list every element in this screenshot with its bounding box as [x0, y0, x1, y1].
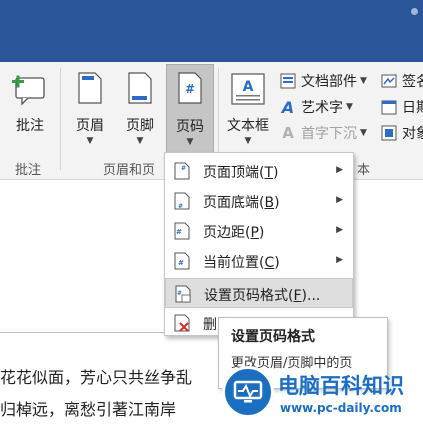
svg-text:#: # [178, 203, 183, 210]
menu-item-label: 设置页码格式( [204, 288, 294, 304]
signature-line-button[interactable]: 签名 ▼ [380, 70, 423, 92]
watermark-logo [222, 366, 274, 418]
chevron-down-icon: ▼ [86, 136, 94, 146]
text-group-label: 本 [357, 163, 371, 178]
menu-item-label: 当前位置( [203, 255, 265, 271]
textbox-icon: A [231, 73, 265, 105]
document-line-2: 归棹远，离愁引著江南岸 [0, 396, 176, 420]
comment-group-label: 批注 [15, 163, 42, 178]
chevron-down-icon: ▼ [360, 128, 367, 138]
chevron-down-icon: ▼ [136, 136, 144, 146]
document-line-1: 花花似面，芳心只共丝争乱 [0, 364, 192, 388]
new-comment-button[interactable]: 批注 [6, 64, 54, 156]
wordart-icon: A [281, 97, 295, 117]
chevron-right-icon: ▶ [336, 225, 343, 235]
dropcap-icon: A [282, 124, 294, 142]
chevron-down-icon: ▼ [360, 76, 367, 86]
comment-button-label: 批注 [16, 118, 44, 134]
window-control-dot[interactable] [411, 8, 418, 15]
menu-item-format-page-numbers[interactable]: # 设置页码格式(F)... [165, 278, 353, 308]
menu-item-suffix: ) [258, 225, 265, 241]
header-button[interactable]: 页眉 ▼ [66, 64, 114, 156]
menu-item-key: P [250, 225, 259, 241]
menu-item-top-of-page[interactable]: # 页面顶端(T) ▶ [165, 156, 353, 186]
svg-text:#: # [185, 82, 195, 96]
menu-item-suffix: ) [274, 195, 280, 211]
monitor-icon [233, 380, 263, 403]
menu-item-key: C [264, 255, 275, 271]
svg-text:A: A [243, 79, 254, 95]
textbox-button-label: 文本框 [227, 118, 269, 134]
header-icon [78, 72, 102, 104]
page-number-button[interactable]: # 页码 ▼ [166, 64, 214, 156]
quick-parts-label: 文档部件 [301, 74, 357, 90]
page-top-icon: # [174, 162, 190, 180]
menu-item-key: B [264, 195, 275, 211]
menu-item-bottom-of-page[interactable]: # 页面底端(B) ▶ [165, 186, 353, 216]
dropcap-button[interactable]: A 首字下沉 ▼ [279, 122, 367, 144]
comment-icon [12, 75, 45, 106]
menu-item-page-margins[interactable]: # 页边距(P) ▶ [165, 216, 353, 246]
object-icon [380, 125, 398, 141]
signature-label: 签名 [402, 74, 423, 90]
signature-icon [380, 73, 398, 89]
document-text: 归棹远，离愁引著江南岸 [0, 400, 177, 419]
menu-item-key: F [293, 288, 302, 304]
menu-item-key: T [264, 165, 274, 181]
chevron-down-icon: ▼ [244, 136, 252, 146]
watermark-url: www.pc-daily.com [280, 401, 402, 415]
object-label: 对象 [402, 126, 423, 142]
page-bottom-icon: # [174, 192, 190, 210]
header-divider-line [0, 332, 190, 333]
chevron-right-icon: ▶ [336, 165, 343, 175]
page-number-button-label: 页码 [176, 119, 204, 135]
chevron-right-icon: ▶ [336, 195, 343, 205]
chevron-down-icon: ▼ [186, 137, 194, 147]
format-page-number-icon: # [175, 285, 191, 303]
chevron-down-icon: ▼ [346, 102, 353, 112]
menu-item-suffix: ) [273, 165, 279, 181]
ribbon-tab-strip [0, 36, 423, 62]
group-divider [60, 68, 61, 170]
datetime-button[interactable]: 日期 [380, 96, 423, 118]
dropcap-label: 首字下沉 [301, 126, 357, 142]
footer-icon [128, 72, 152, 104]
wordart-label: 艺术字 [301, 100, 343, 116]
object-button[interactable]: 对象 [380, 122, 423, 144]
page-number-menu: # 页面顶端(T) ▶ # 页面底端(B) ▶ # 页边距(P) ▶ # 当前位… [164, 152, 354, 336]
calendar-icon [380, 99, 398, 115]
footer-button[interactable]: 页脚 ▼ [116, 64, 164, 156]
datetime-label: 日期 [402, 100, 423, 116]
footer-button-label: 页脚 [126, 118, 154, 134]
svg-text:#: # [181, 165, 186, 172]
watermark-name: 电脑百科知识 [278, 374, 404, 398]
menu-item-current-position[interactable]: # 当前位置(C) ▶ [165, 246, 353, 276]
header-footer-group-label: 页眉和页 [103, 163, 156, 178]
document-text: 花花似面，芳心只共丝争乱 [0, 368, 193, 387]
menu-item-label: 页面底端( [203, 195, 265, 211]
current-position-icon: # [174, 252, 190, 270]
tooltip-title: 设置页码格式 [231, 329, 315, 345]
header-button-label: 页眉 [76, 118, 104, 134]
menu-item-label: 页面顶端( [203, 165, 265, 181]
title-bar [0, 0, 423, 36]
menu-item-suffix: )... [301, 288, 321, 304]
textbox-button[interactable]: A 文本框 ▼ [221, 64, 275, 156]
remove-page-number-icon [174, 314, 190, 332]
menu-item-label: 页边距( [203, 225, 251, 241]
quick-parts-button[interactable]: 文档部件 ▼ [279, 70, 367, 92]
page-number-icon: # [178, 72, 202, 104]
page-margin-icon: # [174, 222, 190, 240]
chevron-right-icon: ▶ [336, 255, 343, 265]
menu-item-suffix: ) [274, 255, 280, 271]
svg-text:#: # [178, 259, 184, 267]
svg-text:#: # [176, 228, 182, 236]
quick-parts-icon [279, 73, 297, 89]
svg-text:#: # [177, 290, 182, 297]
wordart-button[interactable]: A 艺术字 ▼ [279, 96, 353, 118]
